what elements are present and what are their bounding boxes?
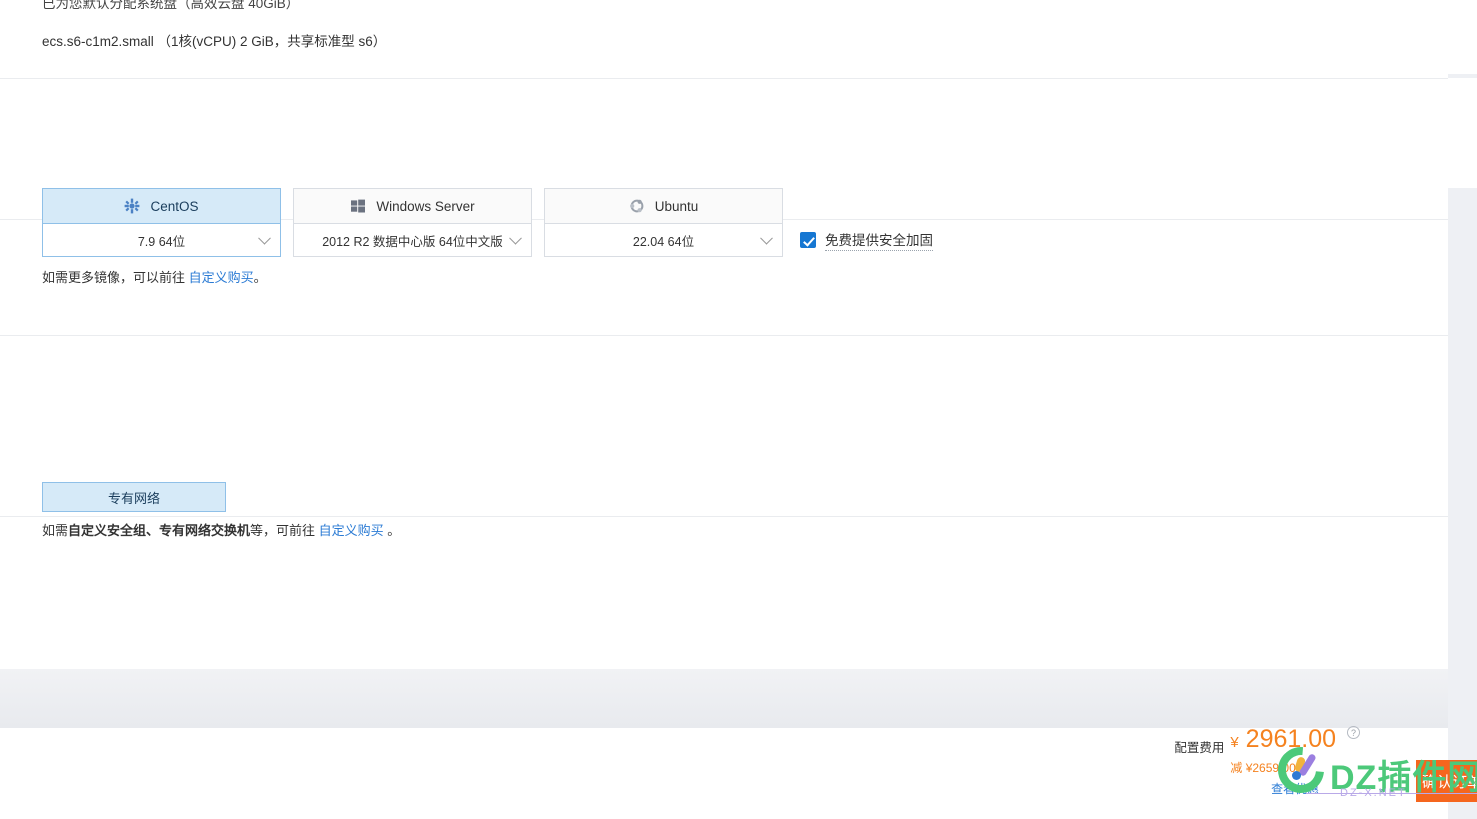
price-currency: ¥ bbox=[1230, 734, 1239, 751]
footer-bar: 配置费用 ¥ 2961.00 ? 减 ¥2659.00 查看优惠 bbox=[0, 725, 1448, 819]
price-label: 配置费用 bbox=[1174, 741, 1225, 755]
centos-icon bbox=[124, 198, 140, 214]
scroll-notch-top bbox=[1448, 0, 1477, 74]
os-card-windows-label: Windows Server bbox=[376, 198, 475, 214]
network-section: 专有网络 如需自定义安全组、专有网络交换机等，可前往 自定义购买 。 bbox=[0, 220, 1448, 538]
duration-section: 1个月 8.5折 1年 5.5折 3年 3.8折 5年 更多时长 bbox=[0, 517, 1448, 652]
system-disk-note: 已为您默认分配系统盘（高效云盘 40GiB） bbox=[42, 0, 300, 11]
os-card-windows-header[interactable]: Windows Server bbox=[293, 188, 532, 224]
instance-spec-text: ecs.s6-c1m2.small （1核(vCPU) 2 GiB，共享标准型 … bbox=[42, 34, 387, 49]
price-column: ¥ 2961.00 ? 减 ¥2659.00 查看优惠 bbox=[1230, 724, 1360, 797]
price-summary: 配置费用 ¥ 2961.00 ? 减 ¥2659.00 查看优惠 bbox=[1174, 724, 1360, 797]
price-value-row: ¥ 2961.00 ? bbox=[1230, 724, 1360, 758]
main-content-panel: 已为您默认分配系统盘（高效云盘 40GiB） ecs.s6-c1m2.small… bbox=[0, 0, 1477, 819]
public-ip-section: 分配公网 IPv4 地址 按固定带宽 按使用流量 1 2 3 5 10 50 1… bbox=[0, 336, 1448, 819]
os-card-centos-label: CentOS bbox=[150, 198, 199, 214]
os-selection-section: CentOS 7.9 64位 Windows Server 2012 R2 数据… bbox=[0, 79, 1448, 285]
price-discount-text: 减 ¥2659.00 bbox=[1230, 761, 1296, 775]
footer-gray-band bbox=[0, 669, 1448, 728]
os-card-ubuntu-label: Ubuntu bbox=[654, 198, 699, 214]
price-amount: 2961.00 bbox=[1245, 725, 1337, 753]
ubuntu-icon bbox=[629, 198, 645, 214]
os-card-centos-header[interactable]: CentOS bbox=[42, 188, 281, 224]
os-card-ubuntu-header[interactable]: Ubuntu bbox=[544, 188, 783, 224]
question-mark-icon[interactable]: ? bbox=[1347, 726, 1360, 739]
view-offers-link[interactable]: 查看优惠 bbox=[1230, 780, 1360, 797]
windows-icon bbox=[350, 198, 366, 214]
instance-summary-section: 已为您默认分配系统盘（高效云盘 40GiB） ecs.s6-c1m2.small… bbox=[0, 0, 1448, 78]
confirm-order-button[interactable]: 确认订单 bbox=[1416, 760, 1477, 802]
page-root: 已为您默认分配系统盘（高效云盘 40GiB） ecs.s6-c1m2.small… bbox=[0, 0, 1477, 819]
scroll-notch-mid bbox=[1448, 78, 1477, 188]
